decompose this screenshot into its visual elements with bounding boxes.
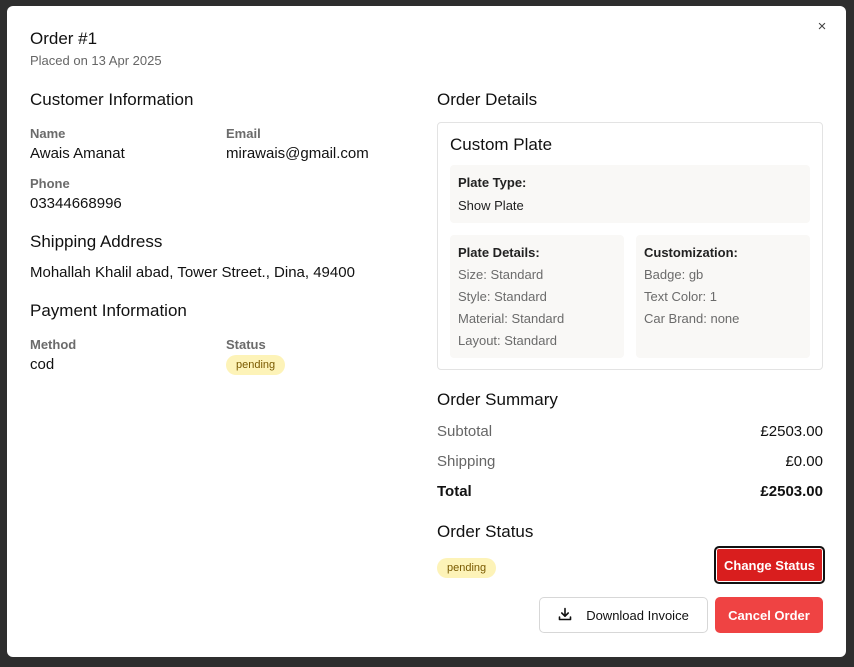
email-label: Email <box>226 126 261 141</box>
modal-subtitle: Placed on 13 Apr 2025 <box>30 53 162 68</box>
customization-item: Badge: gb <box>644 267 704 282</box>
order-modal: × Order #1 Placed on 13 Apr 2025 Custome… <box>7 6 846 657</box>
order-status-heading: Order Status <box>437 522 534 541</box>
right-column: Order Details Custom Plate Plate Type: S… <box>437 90 823 578</box>
download-invoice-button[interactable]: Download Invoice <box>539 597 708 633</box>
download-invoice-label: Download Invoice <box>586 607 689 623</box>
summary-heading: Order Summary <box>437 390 558 409</box>
customer-name-field: Name Awais Amanat <box>30 126 226 162</box>
subtotal-row: Subtotal £2503.00 <box>437 416 823 446</box>
left-column: Customer Information Name Awais Amanat E… <box>30 90 410 375</box>
download-icon <box>558 607 572 624</box>
cancel-order-button[interactable]: Cancel Order <box>715 597 823 633</box>
customization-item: Car Brand: none <box>644 311 740 326</box>
payment-status-field: Status pending <box>226 337 406 375</box>
email-value: mirawais@gmail.com <box>226 145 369 162</box>
phone-label: Phone <box>30 176 70 191</box>
total-label: Total <box>437 482 472 500</box>
method-label: Method <box>30 337 77 352</box>
name-label: Name <box>30 126 66 141</box>
payment-heading: Payment Information <box>30 301 187 320</box>
payment-fields: Method cod Status pending <box>30 337 410 375</box>
method-value: cod <box>30 356 55 373</box>
plate-detail-item: Layout: Standard <box>458 333 558 348</box>
shipping-row: Shipping £0.00 <box>437 446 823 476</box>
shipping-cost-label: Shipping <box>437 452 496 470</box>
summary-rows: Subtotal £2503.00 Shipping £0.00 Total £… <box>437 416 823 506</box>
customer-fields: Name Awais Amanat Email mirawais@gmail.c… <box>30 126 410 212</box>
shipping-cost-value: £0.00 <box>785 452 823 470</box>
customization-item: Text Color: 1 <box>644 289 717 304</box>
plate-detail-item: Style: Standard <box>458 289 547 304</box>
plate-type-box: Plate Type: Show Plate <box>450 165 810 223</box>
plate-details-label: Plate Details: <box>458 245 540 260</box>
total-row: Total £2503.00 <box>437 476 823 506</box>
name-value: Awais Amanat <box>30 145 125 162</box>
plate-detail-item: Size: Standard <box>458 267 544 282</box>
plate-type-value: Show Plate <box>458 198 524 213</box>
phone-value: 03344668996 <box>30 195 122 212</box>
customer-email-field: Email mirawais@gmail.com <box>226 126 406 162</box>
subtotal-value: £2503.00 <box>760 422 823 440</box>
payment-method-field: Method cod <box>30 337 226 375</box>
close-icon[interactable]: × <box>814 18 830 35</box>
plate-card: Custom Plate Plate Type: Show Plate Plat… <box>437 122 823 370</box>
plate-info-grid: Plate Details: Size: Standard Style: Sta… <box>450 235 810 358</box>
customization-label: Customization: <box>644 245 738 260</box>
plate-details-box: Plate Details: Size: Standard Style: Sta… <box>450 235 624 358</box>
customization-box: Customization: Badge: gb Text Color: 1 C… <box>636 235 810 358</box>
payment-status-badge: pending <box>226 355 286 375</box>
change-status-button[interactable]: Change Status <box>714 546 825 584</box>
modal-title: Order #1 <box>30 29 98 48</box>
plate-card-title: Custom Plate <box>450 135 553 154</box>
shipping-heading: Shipping Address <box>30 232 163 251</box>
subtotal-label: Subtotal <box>437 422 493 440</box>
order-status-badge: pending <box>437 558 497 578</box>
customer-phone-field: Phone 03344668996 <box>30 176 226 212</box>
total-value: £2503.00 <box>760 482 823 500</box>
customer-heading: Customer Information <box>30 90 194 109</box>
plate-detail-item: Material: Standard <box>458 311 565 326</box>
payment-status-label: Status <box>226 337 266 352</box>
order-details-heading: Order Details <box>437 90 538 109</box>
shipping-address: Mohallah Khalil abad, Tower Street., Din… <box>30 264 355 281</box>
plate-type-label: Plate Type: <box>458 175 527 190</box>
